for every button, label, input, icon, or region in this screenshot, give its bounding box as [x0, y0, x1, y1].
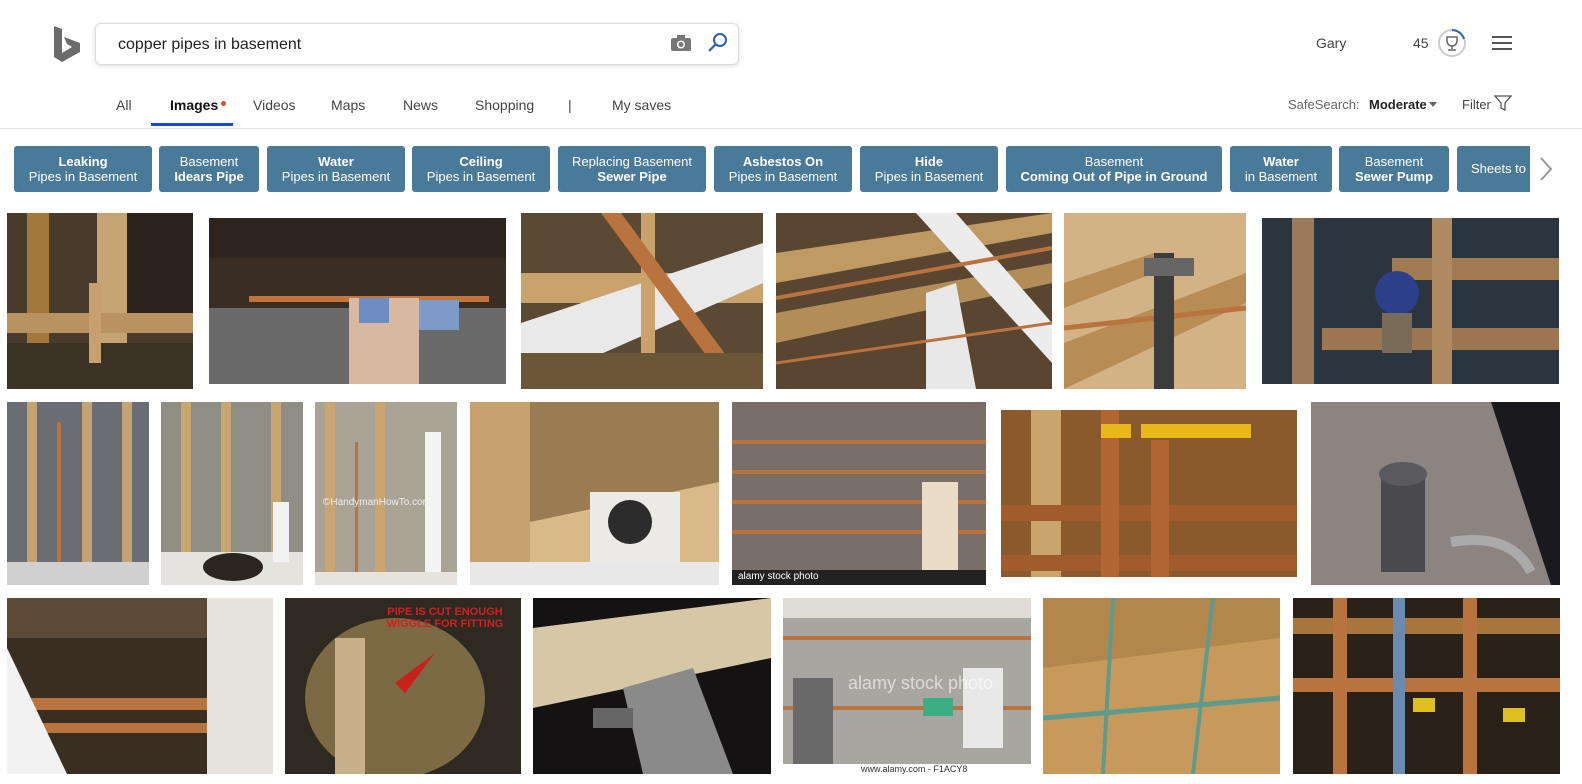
related-chip[interactable]: Sheets to — [1457, 146, 1530, 192]
tab-maps[interactable]: Maps — [331, 97, 365, 113]
image-annotation-text: PIPE IS CUT ENOUGH WIGGLE FOR FITTING — [386, 606, 504, 630]
result-image[interactable] — [1311, 402, 1560, 585]
result-image[interactable] — [161, 402, 303, 585]
result-image[interactable] — [1293, 598, 1560, 774]
chevron-right-icon[interactable] — [1538, 156, 1554, 182]
tab-images[interactable]: Images — [170, 97, 218, 113]
rewards-points[interactable]: 45 — [1413, 35, 1429, 51]
related-chip[interactable]: Ceiling Pipes in Basement — [412, 146, 550, 192]
tab-all[interactable]: All — [116, 97, 132, 113]
safesearch-label: SafeSearch: — [1288, 97, 1360, 112]
image-watermark: alamy stock photo — [738, 571, 819, 582]
result-image[interactable]: alamy stock photo — [732, 402, 986, 585]
hamburger-menu-icon[interactable] — [1490, 34, 1514, 52]
related-chip[interactable]: Basement Idears Pipe — [159, 146, 259, 192]
bing-logo[interactable] — [50, 24, 84, 64]
result-image[interactable] — [209, 218, 506, 384]
related-chip[interactable]: Asbestos On Pipes in Basement — [714, 146, 852, 192]
result-image[interactable] — [470, 402, 719, 585]
tab-news[interactable]: News — [403, 97, 438, 113]
search-input[interactable] — [116, 32, 660, 58]
search-box — [95, 23, 739, 65]
image-watermark: www.alamy.com - F1ACY8 — [861, 764, 968, 774]
images-notification-dot — [221, 101, 226, 106]
related-searches-carousel: Leaking Pipes in Basement Basement Idears … — [0, 146, 1530, 192]
header: Gary 45 All Images Videos Maps News Shop… — [0, 0, 1582, 129]
related-chip[interactable]: Leaking Pipes in Basement — [14, 146, 152, 192]
result-image[interactable] — [1001, 410, 1297, 577]
safesearch-dropdown[interactable]: Moderate — [1369, 97, 1427, 112]
filter-button[interactable]: Filter — [1462, 97, 1491, 112]
result-image[interactable] — [776, 213, 1052, 389]
related-chip[interactable]: Hide Pipes in Basement — [860, 146, 998, 192]
camera-icon[interactable] — [670, 33, 692, 53]
related-chip[interactable]: Basement Sewer Pump — [1339, 146, 1449, 192]
result-image[interactable] — [521, 213, 763, 389]
search-icon[interactable] — [707, 32, 729, 54]
tab-videos[interactable]: Videos — [253, 97, 296, 113]
related-chip[interactable]: Replacing Basement Sewer Pipe — [558, 146, 706, 192]
result-image[interactable] — [7, 598, 273, 774]
related-chip[interactable]: Basement Coming Out of Pipe in Ground — [1006, 146, 1222, 192]
result-image[interactable] — [1043, 598, 1280, 774]
filter-icon[interactable] — [1494, 95, 1512, 111]
result-image[interactable]: PIPE IS CUT ENOUGH WIGGLE FOR FITTING — [285, 598, 521, 774]
result-image[interactable] — [1064, 213, 1246, 389]
related-chip[interactable]: Water in Basement — [1230, 146, 1332, 192]
rewards-trophy-icon[interactable] — [1437, 28, 1467, 58]
tab-divider: | — [568, 97, 572, 113]
result-image[interactable]: alamy stock photo www.alamy.com - F1ACY8 — [783, 598, 1031, 774]
result-image[interactable] — [7, 402, 149, 585]
tab-my-saves[interactable]: My saves — [612, 97, 671, 113]
chevron-down-icon[interactable] — [1429, 102, 1437, 107]
result-image[interactable]: ©HandymanHowTo.com — [315, 402, 457, 585]
result-image[interactable] — [533, 598, 771, 774]
result-image[interactable] — [1262, 218, 1559, 384]
user-name[interactable]: Gary — [1316, 35, 1346, 51]
tab-shopping[interactable]: Shopping — [475, 97, 534, 113]
related-chip[interactable]: Water Pipes in Basement — [267, 146, 405, 192]
image-watermark: alamy stock photo — [848, 673, 994, 693]
result-image[interactable] — [7, 213, 193, 389]
image-watermark: ©HandymanHowTo.com — [323, 497, 431, 508]
active-tab-indicator — [151, 123, 233, 126]
